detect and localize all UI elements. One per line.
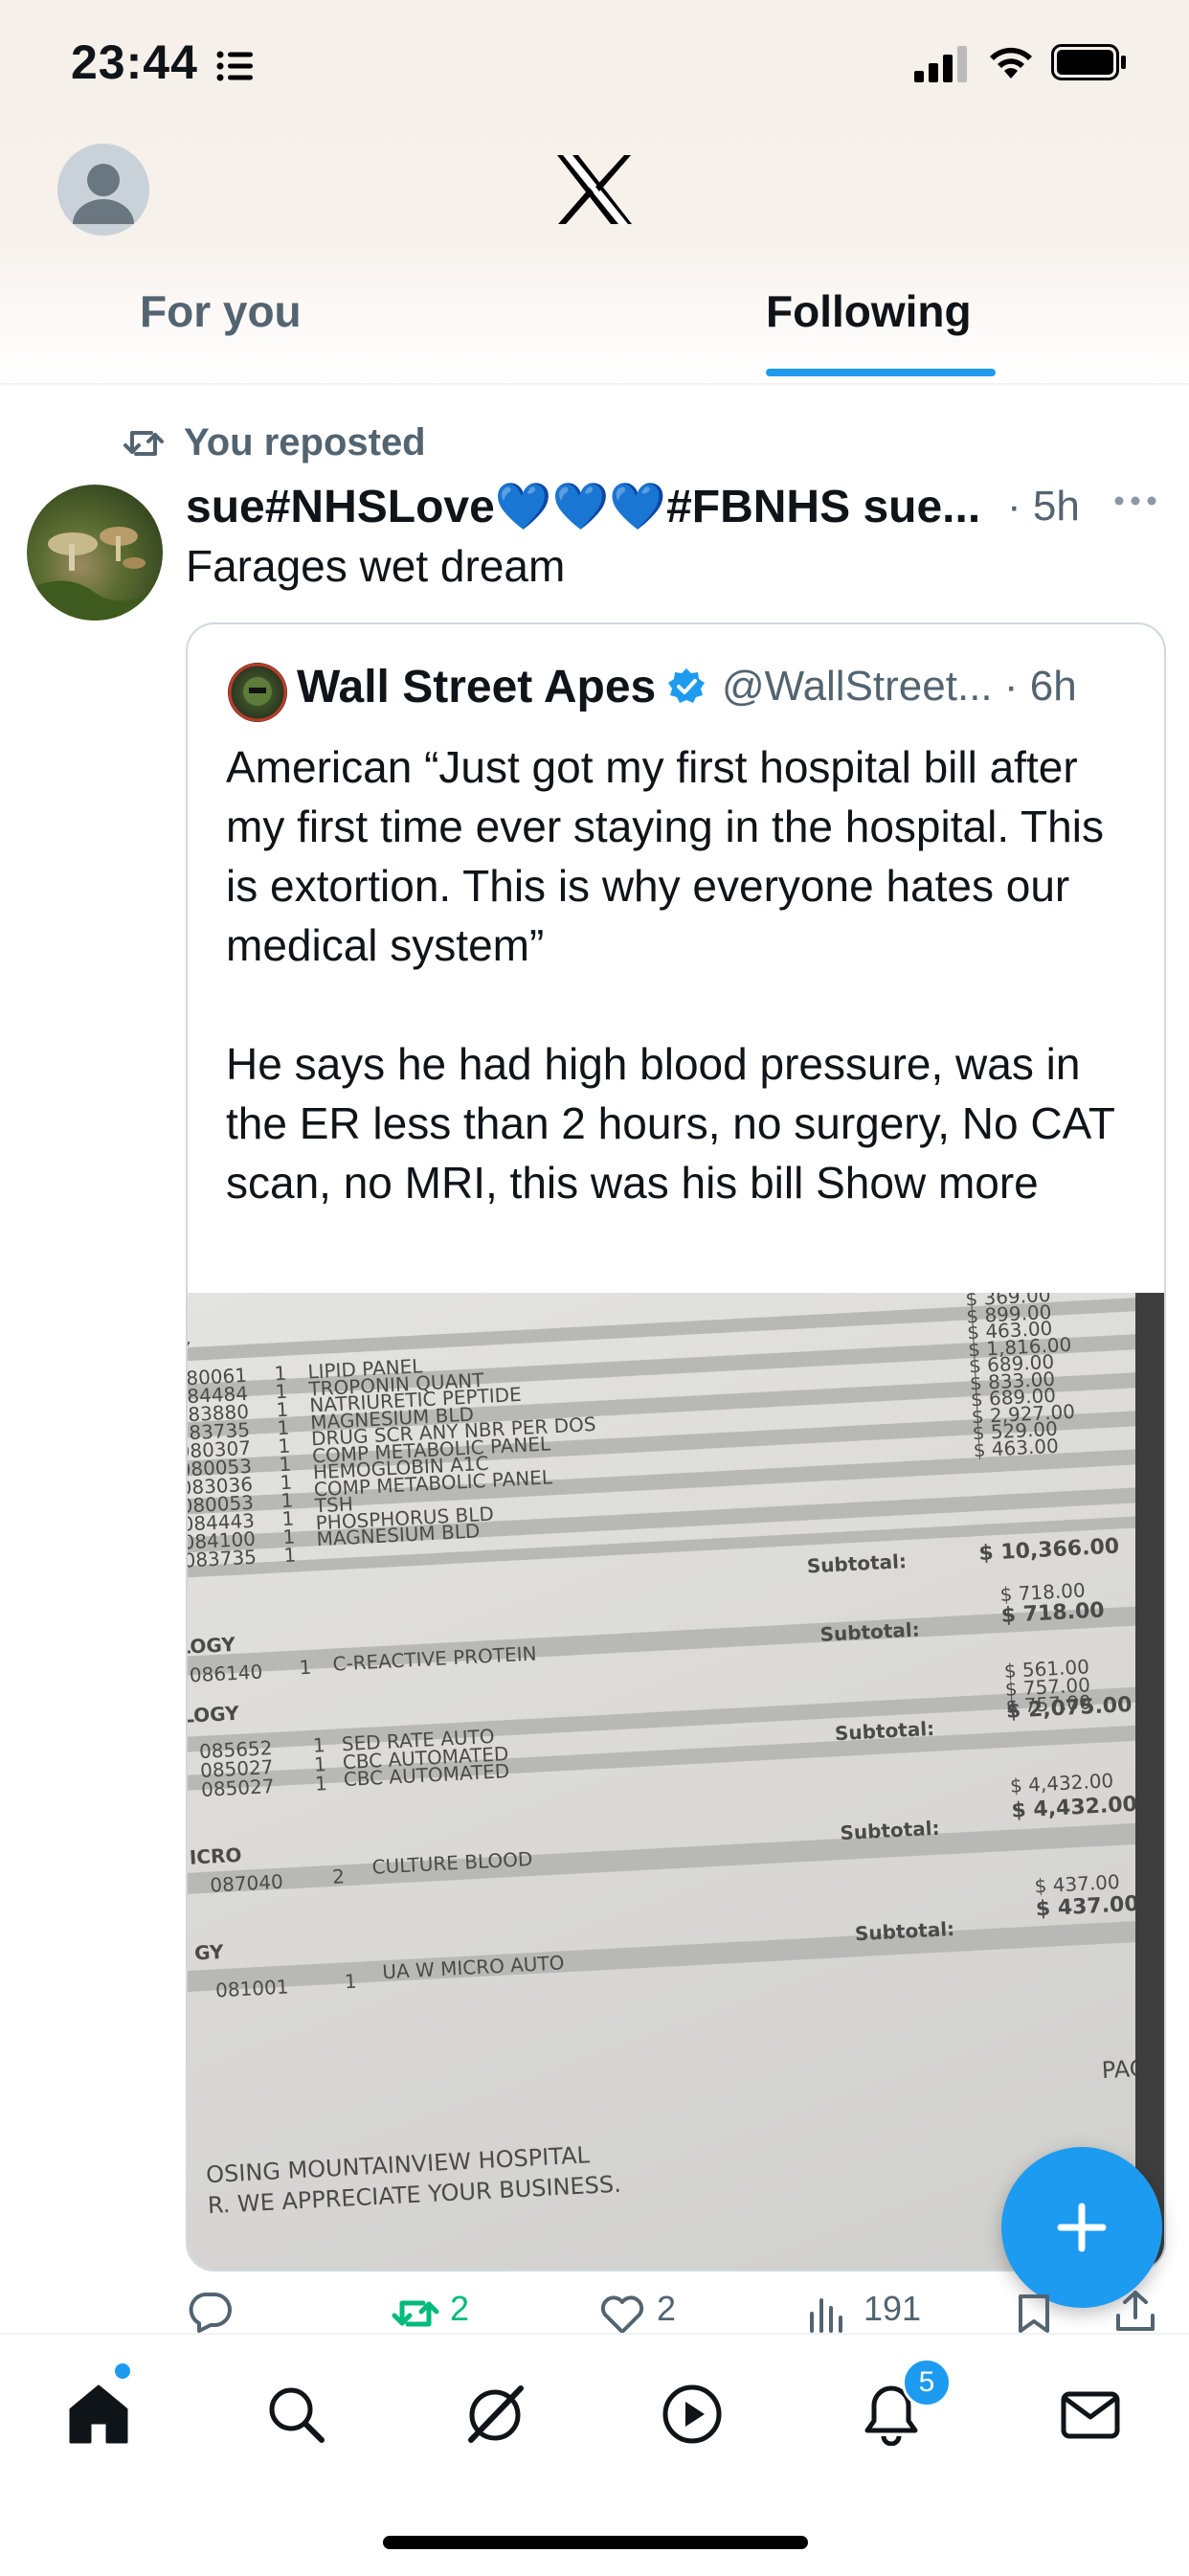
home-unread-dot [115,2363,130,2379]
bill-amount: $ 463.00 [973,1434,1060,1461]
quote-author-avatar [228,663,287,722]
search-icon[interactable] [264,2383,327,2451]
verified-badge-icon [666,667,707,712]
repost-icon [123,425,165,466]
notifications-badge: 5 [902,2358,952,2407]
bill-section-label: ICRO [189,1842,242,1869]
quote-text: American “Just got my first hospital bil… [226,742,1115,1208]
bill-subtotal-label: Subtotal: [806,1549,908,1578]
bill-section-label: RY [188,1337,191,1363]
bill-rows-lab: 080061 1 LIPID PANEL $ 369.00 084484 1 TROPONI… [188,1293,1164,1572]
status-time: 23:44 [71,35,198,89]
tab-following[interactable]: Following [766,285,996,337]
repost-label: You reposted [184,421,426,463]
view-count: 191 [864,2289,922,2328]
author-name[interactable]: sue#NHSLove💙💙💙#FBNHS sue... [186,479,980,533]
cellular-signal-icon [914,46,970,87]
bill-code: 081001 [214,1975,290,2002]
bill-content: RY 080061 1 LIPID PANEL $ 369.00 084484 1 TROP… [188,1293,1164,2270]
bill-code: 087040 [209,1869,284,1897]
home-indicator [383,2536,808,2549]
bill-section-label: GY [193,1939,225,1965]
grok-icon[interactable] [461,2383,528,2451]
share-icon[interactable] [1114,2289,1156,2338]
reposted-icon[interactable] [391,2294,440,2338]
focus-list-icon [216,50,255,87]
bill-subtotal: $ 10,366.00 [977,1534,1120,1567]
compose-post-button[interactable] [1001,2147,1162,2308]
bill-amount: $ 4,432.00 [1009,1769,1114,1797]
x-logo-icon[interactable] [555,153,634,231]
like-count: 2 [657,2289,677,2328]
bill-desc: UA W MICRO AUTO [381,1951,566,1984]
bill-qty: 1 [282,1543,297,1568]
bill-subtotal: $ 4,432.00 [1010,1792,1138,1823]
more-options-icon[interactable] [1112,494,1158,512]
wifi-icon [986,42,1036,85]
profile-avatar[interactable] [57,144,149,236]
author-avatar[interactable] [27,485,163,621]
reply-icon[interactable] [188,2291,232,2338]
post-text: Farages wet dream [186,541,566,591]
bill-code: 085027 [200,1774,276,1801]
home-icon[interactable] [67,2383,130,2451]
repost-count: 2 [450,2289,470,2328]
photo-edge [1135,1293,1164,2270]
bill-section-label: LOGY [188,1632,236,1659]
quote-author-name[interactable]: Wall Street Apes [297,661,656,713]
active-tab-indicator [766,369,996,376]
messages-icon[interactable] [1059,2383,1122,2451]
hospital-bill-photo[interactable]: RY 080061 1 LIPID PANEL $ 369.00 084484 1 TROP… [188,1293,1164,2270]
bill-subtotal-label: Subtotal: [819,1617,921,1646]
tab-for-you[interactable]: For you [140,285,427,337]
views-icon[interactable] [808,2294,848,2338]
bill-section-label: LOGY [188,1701,240,1728]
post-time: · 5h [1007,483,1080,530]
battery-icon [1051,44,1128,85]
bill-code: 083735 [188,1545,258,1572]
quoted-post[interactable]: Wall Street Apes @WallStreet... · 6h Ame… [186,622,1166,2271]
bill-qty: 1 [344,1969,358,1994]
quote-author-handle: @WallStreet... · 6h [722,663,1077,710]
bill-subtotal: $ 437.00 [1035,1891,1140,1922]
bill-qty: 2 [331,1864,346,1888]
bill-code: 086140 [189,1660,263,1687]
bill-qty: 1 [299,1655,313,1680]
bill-qty: 1 [314,1772,328,1796]
video-play-icon[interactable] [661,2383,724,2451]
top-bar: 23:44 For you Following [0,0,1189,385]
